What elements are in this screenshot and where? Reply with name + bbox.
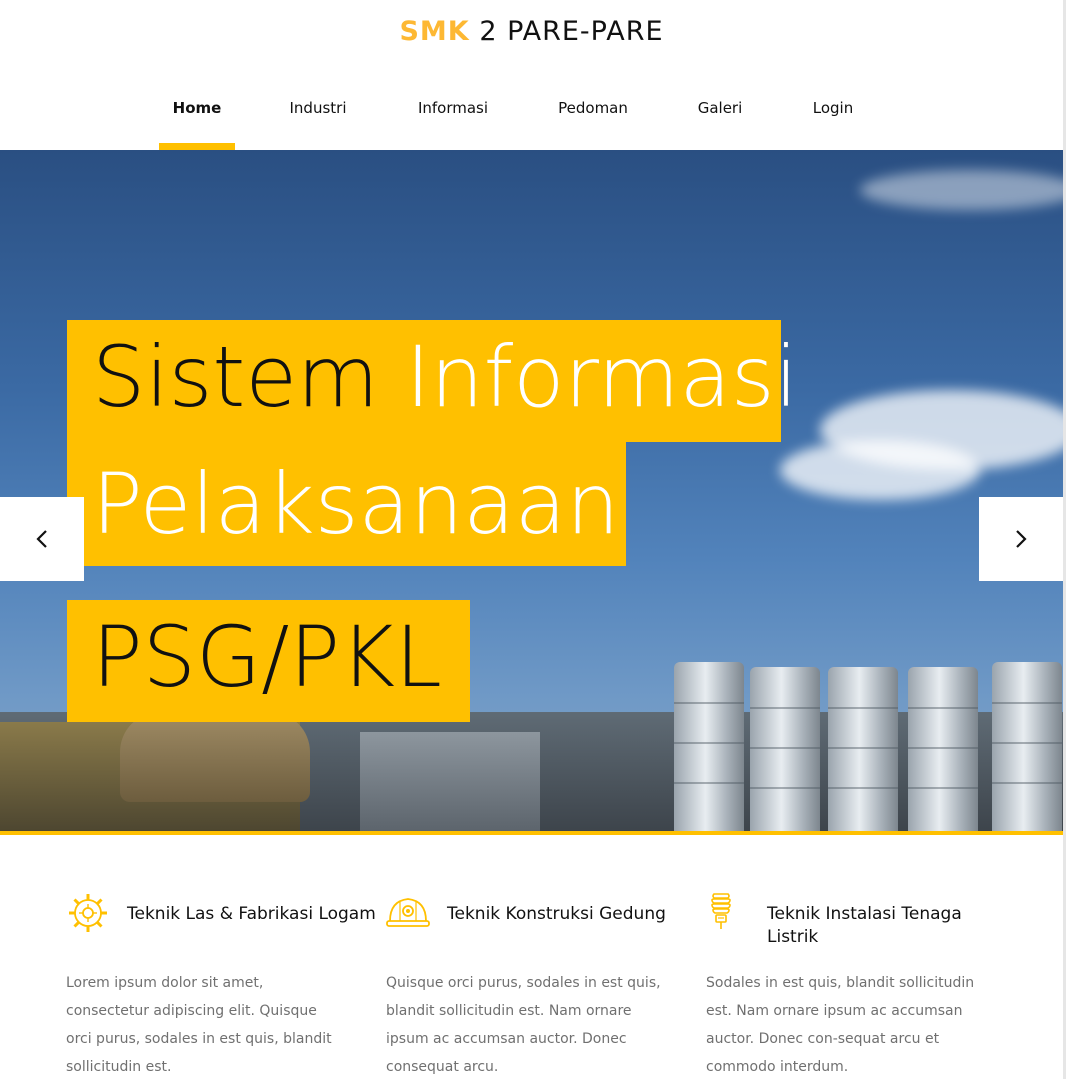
chevron-left-icon: [36, 530, 47, 548]
nav-home[interactable]: Home: [159, 96, 235, 150]
chevron-right-icon: [1016, 530, 1027, 548]
feature-title: Teknik Las & Fabrikasi Logam: [127, 904, 376, 924]
site-logo[interactable]: SMK 2 PARE-PARE: [0, 16, 1063, 47]
factory-building: [360, 732, 540, 832]
brand-accent: SMK: [399, 16, 470, 47]
hero-title-line-3: PSG/PKL: [92, 608, 442, 706]
site-header: SMK 2 PARE-PARE Home Industri Informasi …: [0, 0, 1063, 150]
feature-description: Lorem ipsum dolor sit amet, consectetur …: [66, 975, 332, 1075]
main-nav: Home Industri Informasi Pedoman Galeri L…: [0, 96, 1063, 150]
hero-title-word-informasi: Informasi: [405, 328, 799, 426]
gear-icon: [69, 894, 107, 932]
silo-image: [828, 667, 898, 832]
hard-hat-icon: [386, 898, 430, 927]
features-section: Teknik Las & Fabrikasi Logam Lorem ipsum…: [0, 835, 1063, 1079]
silo-image: [674, 662, 744, 832]
cloud: [780, 440, 980, 500]
feature-title: Teknik Instalasi Tenaga Listrik: [767, 904, 962, 947]
light-bulb-icon: [711, 893, 731, 929]
hero-title-word-sistem: Sistem: [92, 328, 379, 426]
nav-active-indicator: [159, 143, 235, 150]
brand-name: 2 PARE-PARE: [469, 16, 664, 47]
nav-pedoman[interactable]: Pedoman: [546, 96, 640, 150]
hero-title-line-2: Pelaksanaan: [92, 455, 620, 553]
nav-industri[interactable]: Industri: [276, 96, 360, 150]
hero-slider: Sistem Informasi Pelaksanaan PSG/PKL: [0, 150, 1063, 832]
feature-title: Teknik Konstruksi Gedung: [447, 904, 666, 924]
silo-image: [992, 662, 1062, 832]
feature-description: Sodales in est quis, blandit sollicitudi…: [706, 975, 975, 1075]
nav-galeri[interactable]: Galeri: [687, 96, 753, 150]
nav-login[interactable]: Login: [800, 96, 866, 150]
hero-title-line-1: Sistem Informasi: [92, 335, 798, 419]
loader-bucket-image: [120, 712, 310, 802]
nav-informasi[interactable]: Informasi: [404, 96, 502, 150]
silo-image: [750, 667, 820, 832]
slider-next-button[interactable]: [979, 497, 1063, 581]
silo-image: [908, 667, 978, 832]
cloud: [860, 170, 1063, 210]
feature-description: Quisque orci purus, sodales in est quis,…: [386, 975, 661, 1075]
slider-prev-button[interactable]: [0, 497, 84, 581]
